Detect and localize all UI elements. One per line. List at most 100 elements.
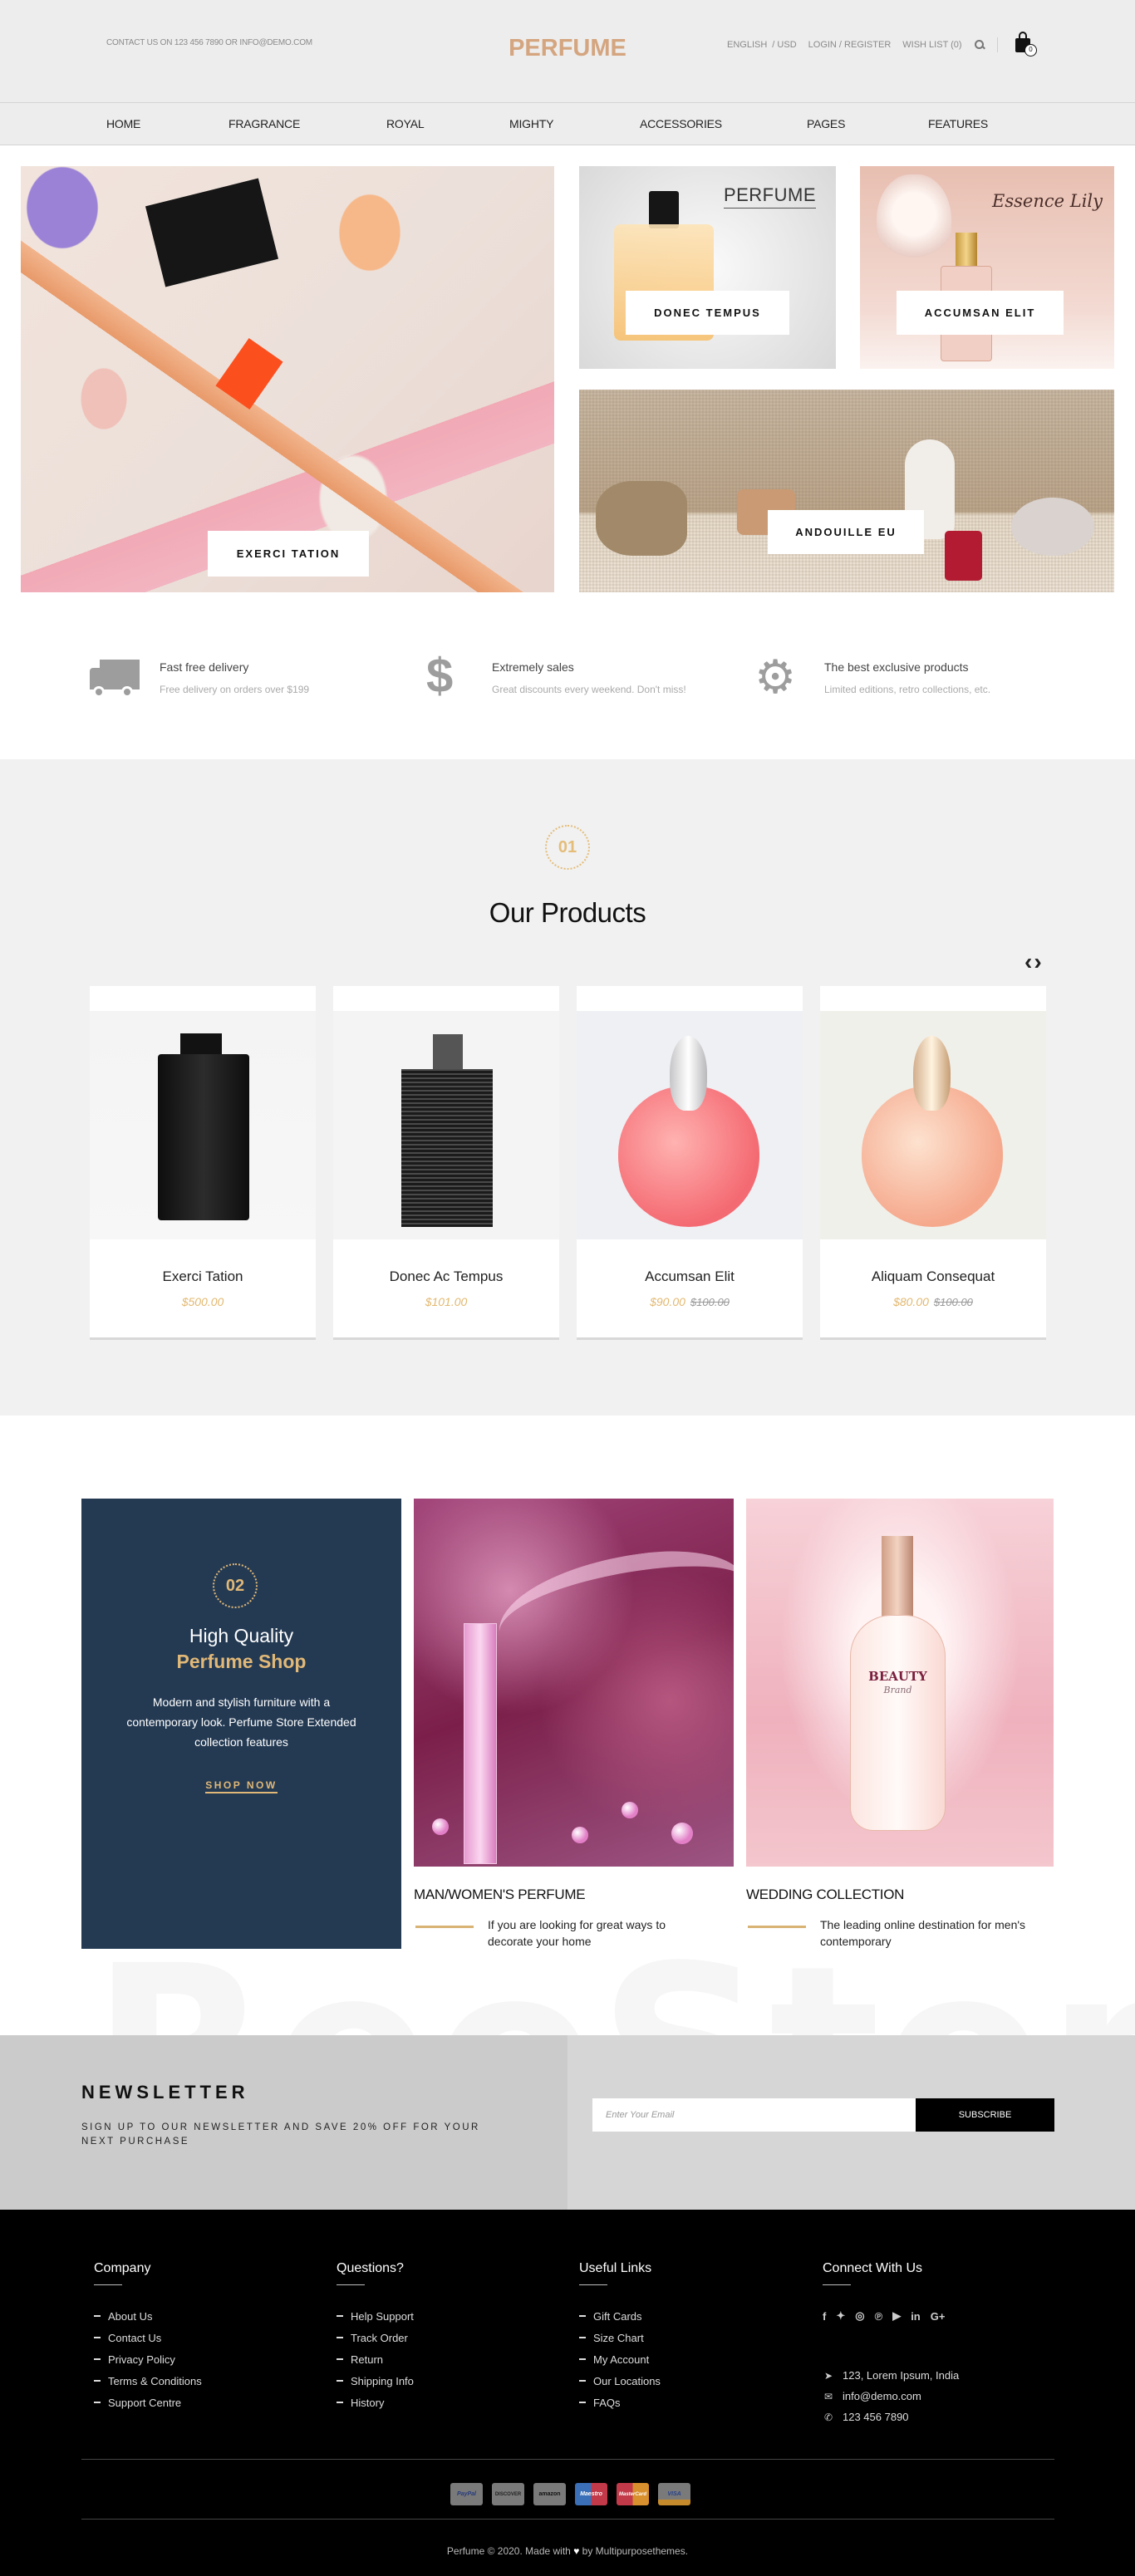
product-card[interactable]: Aliquam Consequat $80.00 $100.00 [820,986,1046,1340]
search-icon[interactable] [974,39,985,51]
footer-link[interactable]: Privacy Policy [94,2348,202,2370]
accent-line [415,1926,474,1928]
footer-link[interactable]: Return [337,2348,414,2370]
phone-icon: ✆ [823,2411,833,2423]
bottle-shape [464,1623,497,1864]
current-price: $101.00 [425,1295,468,1308]
pinterest-icon[interactable]: ℗ [875,2310,883,2323]
banner-bottle-shape [945,531,982,581]
product-image[interactable] [90,1011,316,1239]
product-price: $500.00 [90,1295,316,1308]
footer-link[interactable]: Size Chart [579,2327,661,2348]
pearl-shape [622,1802,638,1818]
currency-selector[interactable]: / USD [772,40,796,50]
header-links: ENGLISH / USD LOGIN / REGISTER WISH LIST… [727,37,998,52]
product-name[interactable]: Donec Ac Tempus [333,1268,559,1285]
product-image[interactable] [333,1011,559,1239]
paper-plane-icon: ➤ [823,2369,833,2382]
collection-title[interactable]: WEDDING COLLECTION [746,1887,904,1903]
banner-donec-tempus[interactable]: PERFUME DONEC TEMPUS [579,166,836,369]
promo-subtitle: Perfume Shop [176,1651,307,1672]
banner-bottle-cap-shape [956,233,977,267]
footer-link[interactable]: Support Centre [94,2392,202,2413]
newsletter-title: NEWSLETTER [81,2082,249,2103]
wishlist-link[interactable]: WISH LIST (0) [902,40,961,50]
nav-features[interactable]: FEATURES [928,117,988,130]
image-brand-subtext: Brand [883,1685,912,1695]
footer-link[interactable]: Terms & Conditions [94,2370,202,2392]
nav-home[interactable]: HOME [106,117,140,130]
facebook-icon[interactable]: f [823,2310,826,2323]
product-name[interactable]: Accumsan Elit [577,1268,803,1285]
collection-image-man-women[interactable] [414,1499,734,1867]
chevron-left-icon[interactable]: ‹ [1024,949,1034,974]
product-name[interactable]: Exerci Tation [90,1268,316,1285]
collection-title[interactable]: MAN/WOMEN'S PERFUME [414,1887,586,1903]
collection-image-wedding[interactable]: BEAUTY Brand [746,1499,1054,1867]
login-register-link[interactable]: LOGIN / REGISTER [808,40,892,50]
footer-link[interactable]: My Account [579,2348,661,2370]
footer-link[interactable]: Contact Us [94,2327,202,2348]
discover-icon: DISCOVER [492,2483,524,2505]
banner-perfume-collection[interactable]: EXERCI TATION [21,166,554,592]
footer-link[interactable]: Our Locations [579,2370,661,2392]
accent-line [748,1926,806,1928]
footer-link[interactable]: History [337,2392,414,2413]
banner-label-button[interactable]: ACCUMSAN ELIT [897,291,1064,335]
youtube-icon[interactable]: ▶ [892,2309,901,2323]
banner-stone-shape [1011,498,1094,556]
shop-now-link[interactable]: SHOP NOW [205,1779,278,1793]
instagram-icon[interactable]: ◎ [855,2309,864,2323]
chevron-right-icon[interactable]: › [1034,949,1043,974]
feature-title: Extremely sales [492,660,574,674]
product-card[interactable]: Exerci Tation $500.00 [90,986,316,1340]
banner-flower-shape [877,174,951,274]
product-card[interactable]: Accumsan Elit $90.00 $100.00 [577,986,803,1340]
contact-address: ➤ 123, Lorem Ipsum, India [823,2369,960,2382]
banner-image-text: Essence Lily [992,191,1103,211]
banner-image-text: PERFUME [723,184,816,209]
footer-heading: Company [94,2261,151,2275]
contact-phone[interactable]: ✆ 123 456 7890 [823,2407,959,2427]
twitter-icon[interactable]: ✦ [836,2309,845,2323]
product-name[interactable]: Aliquam Consequat [820,1268,1046,1285]
banner-andouille-eu[interactable]: ANDOUILLE EU [579,390,1114,592]
footer-link[interactable]: Help Support [337,2305,414,2327]
nav-accessories[interactable]: ACCESSORIES [640,117,722,130]
linkedin-icon[interactable]: in [911,2310,921,2323]
contact-email[interactable]: ✉ info@demo.com [823,2386,959,2407]
paypal-icon: PayPal [450,2483,483,2505]
banner-label-button[interactable]: ANDOUILLE EU [768,510,924,554]
product-image[interactable] [577,1011,803,1239]
footer-heading: Connect With Us [823,2261,923,2275]
google-plus-icon[interactable]: G+ [931,2310,946,2323]
product-price: $90.00 $100.00 [577,1295,803,1308]
promo-title: High Quality [189,1625,294,1646]
top-header: CONTACT US ON 123 456 7890 OR INFO@DEMO.… [0,0,1135,103]
banner-label-button[interactable]: DONEC TEMPUS [626,291,789,335]
newsletter-email-input[interactable] [592,2098,916,2132]
cart-button[interactable]: 0 [1014,30,1039,58]
nav-fragrance[interactable]: FRAGRANCE [228,117,300,130]
section-number-badge: 01 [545,825,590,870]
nav-mighty[interactable]: MIGHTY [509,117,553,130]
amazon-icon: amazon [533,2483,566,2505]
heart-icon: ♥ [573,2545,580,2557]
footer-link[interactable]: Track Order [337,2327,414,2348]
current-price: $80.00 [893,1295,929,1308]
old-price: $100.00 [933,1296,973,1308]
subscribe-button[interactable]: SUBSCRIBE [916,2098,1054,2132]
product-card[interactable]: Donec Ac Tempus $101.00 [333,986,559,1340]
copyright-author-link[interactable]: by Multipurposethemes. [582,2545,688,2557]
product-image[interactable] [820,1011,1046,1239]
language-selector[interactable]: ENGLISH [727,40,767,50]
nav-royal[interactable]: ROYAL [386,117,425,130]
footer-link[interactable]: About Us [94,2305,202,2327]
nav-pages[interactable]: PAGES [807,117,845,130]
footer-link[interactable]: Gift Cards [579,2305,661,2327]
banner-label-button[interactable]: EXERCI TATION [208,531,369,577]
banner-accumsan-elit[interactable]: Essence Lily ACCUMSAN ELIT [860,166,1114,369]
footer-link[interactable]: Shipping Info [337,2370,414,2392]
footer-link[interactable]: FAQs [579,2392,661,2413]
copyright: Perfume © 2020. Made with ♥ by Multipurp… [0,2545,1135,2557]
